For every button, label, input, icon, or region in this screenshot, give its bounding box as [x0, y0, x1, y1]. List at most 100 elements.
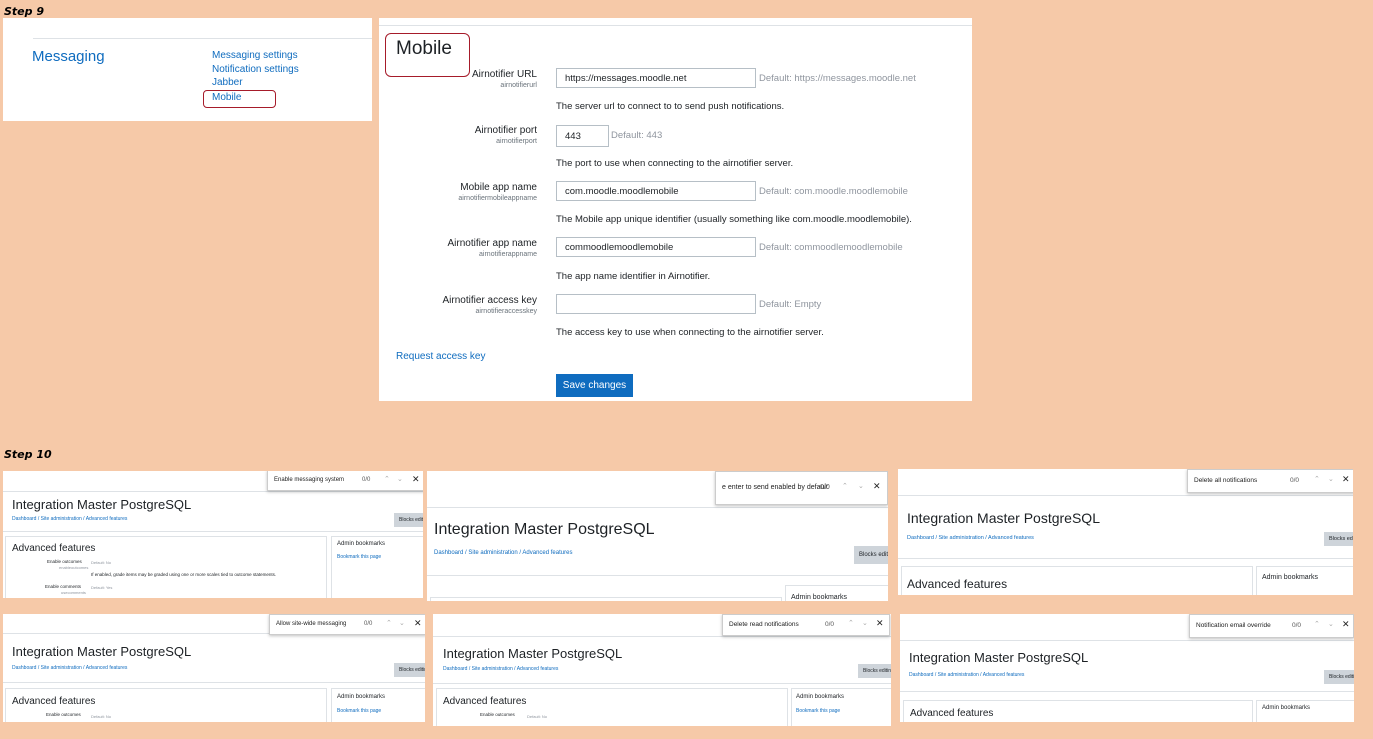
blocks-editing-button[interactable]: Blocks editing	[858, 664, 891, 678]
mobile-app-name-input[interactable]: com.moodle.moodlemobile	[556, 181, 756, 201]
breadcrumb-site-admin[interactable]: Site administration	[41, 516, 82, 522]
admin-bookmarks-title: Admin bookmarks	[1262, 705, 1311, 711]
find-query[interactable]: Delete read notifications	[729, 621, 799, 628]
airnotifier-app-name-input[interactable]: commoodlemoodlemobile	[556, 237, 756, 257]
link-jabber[interactable]: Jabber	[212, 76, 299, 90]
messaging-links: Messaging settings Notification settings…	[203, 49, 299, 108]
find-query[interactable]: e enter to send enabled by default	[722, 484, 828, 491]
breadcrumb-dashboard[interactable]: Dashboard	[12, 665, 36, 671]
breadcrumb: Dashboard / Site administration / Advanc…	[907, 535, 1034, 541]
setting-default: Default: commoodlemoodlemobile	[759, 242, 903, 253]
breadcrumb-advanced[interactable]: Advanced features	[86, 665, 128, 671]
blocks-editing-button[interactable]: Blocks editing	[394, 513, 423, 527]
setting-key: airnotifieraccesskey	[475, 308, 537, 315]
link-notification-settings[interactable]: Notification settings	[212, 63, 299, 77]
admin-bookmarks-title: Admin bookmarks	[337, 541, 386, 547]
chevron-down-icon[interactable]: ⌄	[858, 482, 864, 490]
breadcrumb-advanced[interactable]: Advanced features	[983, 672, 1025, 678]
chevron-up-icon[interactable]: ⌃	[842, 482, 848, 490]
find-bar[interactable]: Enable messaging system 0/0 ⌃ ⌄ ✕	[267, 471, 423, 491]
close-icon[interactable]: ✕	[1342, 474, 1350, 485]
breadcrumb-site-admin[interactable]: Site administration	[472, 666, 513, 672]
breadcrumb: Dashboard / Site administration / Advanc…	[909, 672, 1025, 678]
screenshot-enter-to-send: e enter to send enabled by default 0/0 ⌃…	[427, 471, 888, 601]
breadcrumb-dashboard[interactable]: Dashboard	[12, 516, 36, 522]
bookmark-link[interactable]: Bookmark this page	[337, 554, 381, 560]
breadcrumb-site-admin[interactable]: Site administration	[41, 665, 82, 671]
airnotifier-access-key-input[interactable]	[556, 294, 756, 314]
setting-label: Enable outcomes	[47, 559, 82, 564]
breadcrumb-dashboard[interactable]: Dashboard	[907, 535, 934, 541]
chevron-up-icon[interactable]: ⌃	[1314, 475, 1320, 483]
breadcrumb-advanced[interactable]: Advanced features	[988, 535, 1034, 541]
blocks-editing-button[interactable]: Blocks editing	[1324, 670, 1354, 684]
setting-default: Default: 443	[611, 130, 663, 141]
request-access-key-link[interactable]: Request access key	[396, 351, 486, 362]
find-bar[interactable]: Allow site-wide messaging 0/0 ⌃ ⌄ ✕	[269, 614, 425, 635]
breadcrumb-advanced[interactable]: Advanced features	[517, 666, 559, 672]
breadcrumb-advanced[interactable]: Advanced features	[522, 550, 572, 556]
section-title: Advanced features	[12, 543, 96, 554]
blocks-editing-button[interactable]: Blocks editing	[1324, 532, 1353, 546]
breadcrumb-dashboard[interactable]: Dashboard	[909, 672, 933, 678]
chevron-up-icon[interactable]: ⌃	[384, 475, 390, 483]
screenshot-delete-read-notifications: Delete read notifications 0/0 ⌃ ⌄ ✕ Inte…	[433, 614, 891, 726]
airnotifier-url-input[interactable]: https://messages.moodle.net	[556, 68, 756, 88]
find-bar[interactable]: e enter to send enabled by default 0/0 ⌃…	[715, 471, 888, 505]
chevron-down-icon[interactable]: ⌄	[1328, 475, 1334, 483]
find-bar[interactable]: Delete read notifications 0/0 ⌃ ⌄ ✕	[722, 614, 890, 636]
site-title: Integration Master PostgreSQL	[12, 644, 192, 659]
find-query[interactable]: Delete all notifications	[1194, 477, 1257, 484]
breadcrumb: Dashboard / Site administration / Advanc…	[12, 665, 128, 671]
setting-label: Enable outcomes	[46, 712, 81, 717]
blocks-editing-button[interactable]: Blocks editing	[394, 663, 425, 677]
chevron-up-icon[interactable]: ⌃	[1314, 620, 1320, 628]
close-icon[interactable]: ✕	[414, 618, 422, 629]
chevron-down-icon[interactable]: ⌄	[862, 619, 868, 627]
breadcrumb-dashboard[interactable]: Dashboard	[434, 550, 463, 556]
breadcrumb-site-admin[interactable]: Site administration	[468, 550, 517, 556]
setting-default: Default: No	[91, 560, 112, 565]
breadcrumb-advanced[interactable]: Advanced features	[86, 516, 128, 522]
section-title: Advanced features	[12, 696, 96, 707]
section-title: Advanced features	[910, 708, 994, 719]
close-icon[interactable]: ✕	[1342, 619, 1350, 630]
page-title: Mobile	[396, 38, 452, 59]
chevron-down-icon[interactable]: ⌄	[1328, 620, 1334, 628]
site-title: Integration Master PostgreSQL	[909, 650, 1089, 665]
find-query[interactable]: Notification email override	[1196, 622, 1271, 629]
link-messaging-settings[interactable]: Messaging settings	[212, 49, 299, 63]
mobile-settings-panel: Mobile Airnotifier URL airnotifierurl ht…	[379, 18, 972, 401]
bookmark-link[interactable]: Bookmark this page	[337, 708, 381, 714]
section-title: Advanced features	[907, 577, 1008, 591]
setting-label: Enable outcomes	[480, 712, 515, 717]
close-icon[interactable]: ✕	[873, 481, 881, 492]
breadcrumb-site-admin[interactable]: Site administration	[938, 672, 979, 678]
setting-default: Default: Yes	[91, 585, 113, 590]
chevron-up-icon[interactable]: ⌃	[386, 619, 392, 627]
setting-key: airnotifierport	[496, 138, 537, 145]
chevron-up-icon[interactable]: ⌃	[848, 619, 854, 627]
chevron-down-icon[interactable]: ⌄	[397, 475, 403, 483]
site-title: Integration Master PostgreSQL	[12, 497, 192, 512]
setting-label: Airnotifier app name	[447, 238, 538, 249]
link-mobile[interactable]: Mobile	[203, 89, 277, 108]
chevron-down-icon[interactable]: ⌄	[399, 619, 405, 627]
breadcrumb-site-admin[interactable]: Site administration	[939, 535, 984, 541]
divider	[33, 38, 372, 39]
step-10-label: Step 10	[4, 448, 52, 461]
find-bar[interactable]: Notification email override 0/0 ⌃ ⌄ ✕	[1189, 614, 1354, 638]
setting-default: Default: Empty	[759, 299, 822, 310]
find-query[interactable]: Allow site-wide messaging	[276, 621, 346, 627]
airnotifier-port-input[interactable]: 443	[556, 125, 609, 147]
find-query[interactable]: Enable messaging system	[274, 477, 344, 483]
setting-key: airnotifierappname	[479, 251, 537, 258]
breadcrumb-dashboard[interactable]: Dashboard	[443, 666, 467, 672]
setting-description: If enabled, grade items may be graded us…	[91, 572, 277, 577]
save-changes-button[interactable]: Save changes	[556, 374, 633, 397]
close-icon[interactable]: ✕	[876, 618, 884, 629]
close-icon[interactable]: ✕	[412, 474, 420, 485]
blocks-editing-button[interactable]: Blocks editing	[854, 546, 888, 564]
find-bar[interactable]: Delete all notifications 0/0 ⌃ ⌄ ✕	[1187, 469, 1353, 493]
bookmark-link[interactable]: Bookmark this page	[796, 708, 840, 714]
